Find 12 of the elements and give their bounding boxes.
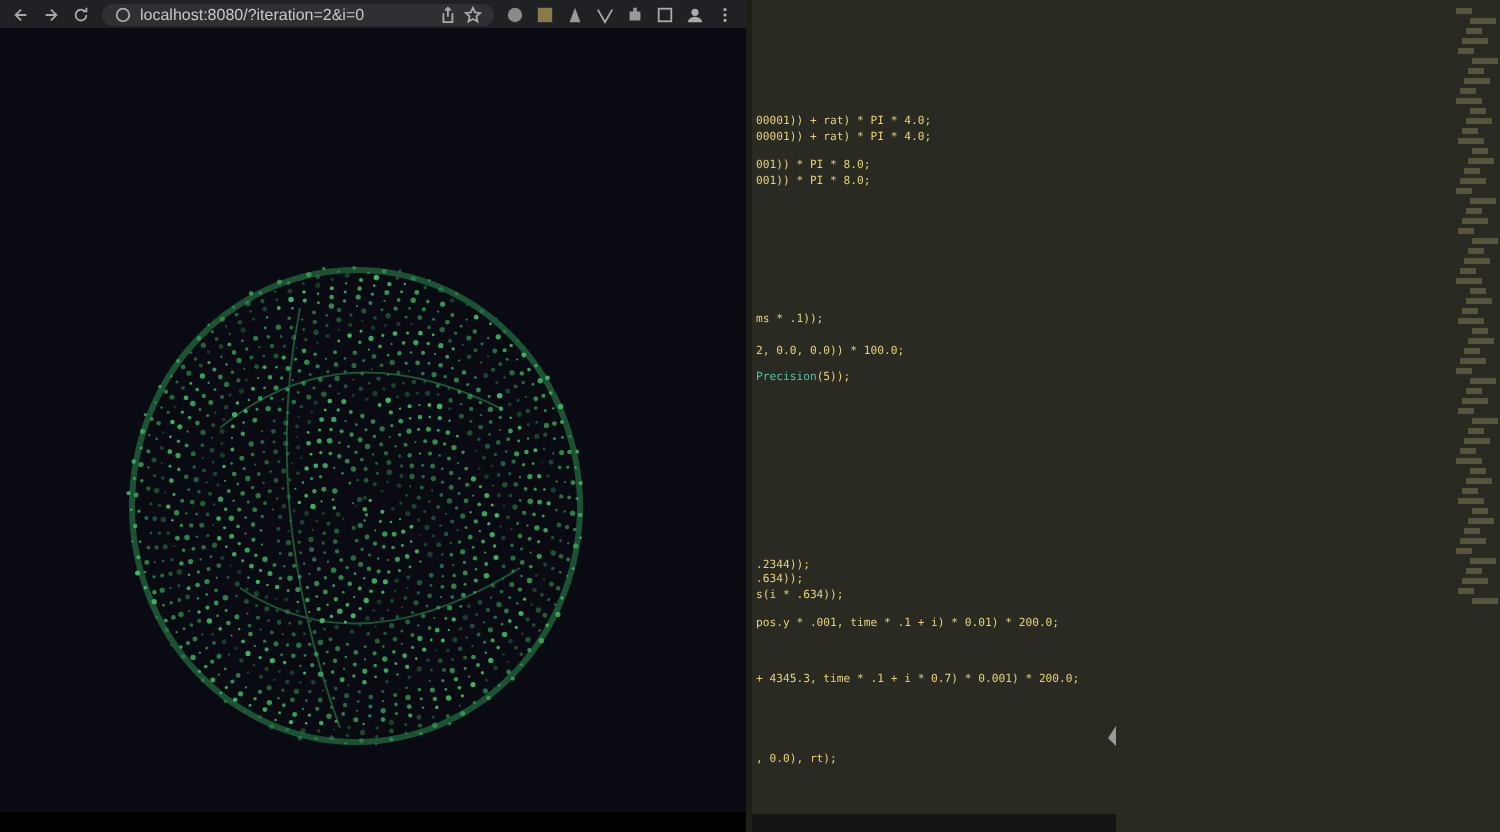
star-icon[interactable] xyxy=(464,5,482,23)
info-icon[interactable] xyxy=(114,5,132,23)
cursor-icon xyxy=(1108,726,1116,746)
forward-icon[interactable] xyxy=(42,5,60,23)
sidebar-icon[interactable] xyxy=(656,5,674,23)
back-icon[interactable] xyxy=(12,5,30,23)
address-bar[interactable]: localhost:8080/?iteration=2&i=0 xyxy=(102,3,494,25)
puzzle-icon[interactable] xyxy=(626,5,644,23)
profile-icon[interactable] xyxy=(686,5,704,23)
share-icon[interactable] xyxy=(438,5,456,23)
reload-icon[interactable] xyxy=(72,5,90,23)
url-text: localhost:8080/?iteration=2&i=0 xyxy=(140,5,365,23)
